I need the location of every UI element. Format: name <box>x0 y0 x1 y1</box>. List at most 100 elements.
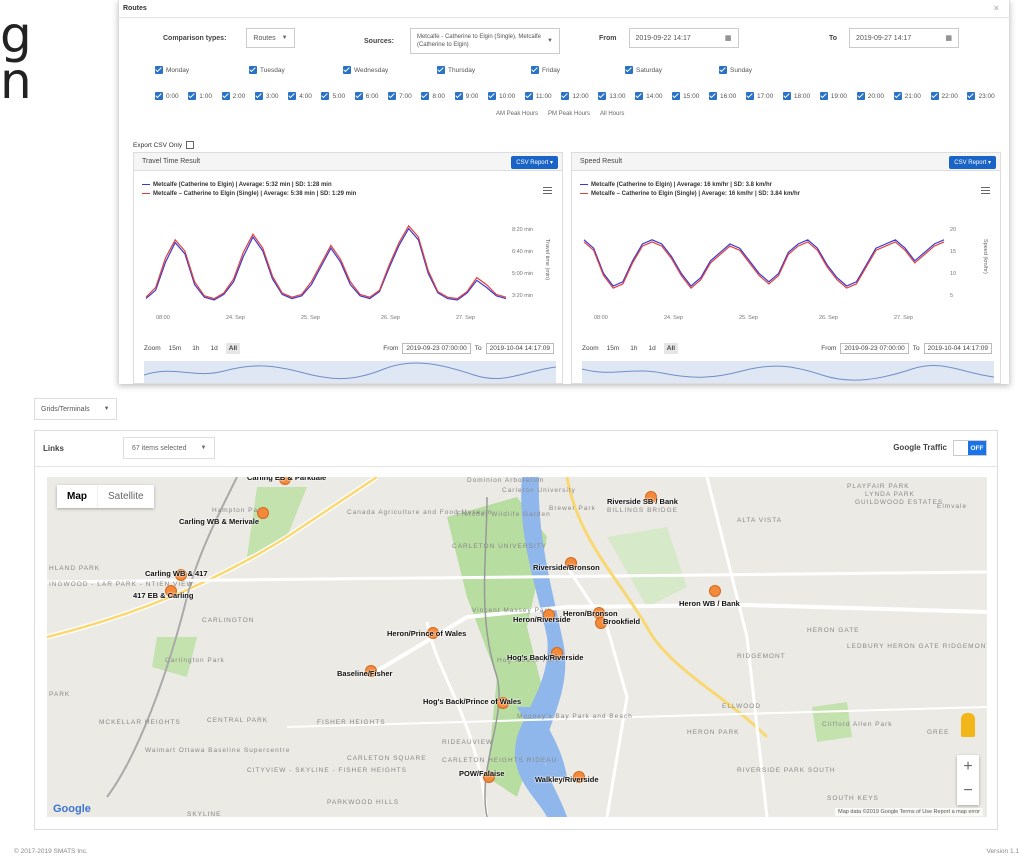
comparison-select[interactable]: Routes ▼ <box>246 28 295 48</box>
sources-select[interactable]: Metcalfe - Catherine to Elgin (Single), … <box>409 28 560 54</box>
background-title: g n <box>0 12 110 104</box>
hour-checkbox[interactable]: 4:00 <box>288 92 312 100</box>
hour-checkbox[interactable]: 20:00 <box>856 92 884 100</box>
hour-checkbox[interactable]: 1:00 <box>188 92 212 100</box>
day-checkbox-friday[interactable]: Friday <box>531 66 560 74</box>
hour-checkbox[interactable]: 19:00 <box>819 92 847 100</box>
calendar-icon[interactable]: ▦ <box>725 34 732 42</box>
intersection-label[interactable]: Carling WB & 417 <box>145 569 208 578</box>
map-type-satellite-button[interactable]: Satellite <box>97 485 154 508</box>
to-input[interactable]: 2019-09-27 14:17 ▦ <box>849 28 960 48</box>
hour-checkbox[interactable]: 11:00 <box>524 92 552 100</box>
day-checkbox-saturday[interactable]: Saturday <box>625 66 662 74</box>
intersection-label[interactable]: Heron WB / Bank <box>679 599 740 608</box>
zoom-1h-button[interactable]: 1h <box>189 343 202 354</box>
zoom-1h-button[interactable]: 1h <box>627 343 640 354</box>
day-checkbox-monday[interactable]: Monday <box>155 66 189 74</box>
intersection-label[interactable]: Heron/Prince of Wales <box>387 629 466 638</box>
intersection-label[interactable]: Baseline/Fisher <box>337 669 392 678</box>
checkbox-checked-icon <box>531 66 539 74</box>
zoom-in-button[interactable]: + <box>957 755 979 779</box>
legend-item[interactable]: Metcalfe – Catherine to Elgin (Single) |… <box>580 190 800 199</box>
range-navigator[interactable] <box>143 361 557 383</box>
checkbox-checked-icon <box>561 92 570 100</box>
export-csv-checkbox[interactable] <box>186 141 195 149</box>
legend-item[interactable]: Metcalfe (Catherine to Elgin) | Average:… <box>142 181 356 190</box>
hour-checkbox[interactable]: 7:00 <box>388 92 412 100</box>
intersection-label[interactable]: Carling EB & Parkdale <box>247 477 326 482</box>
csv-report-button[interactable]: CSV Report ▾ <box>949 156 996 169</box>
zoom-1d-button[interactable]: 1d <box>646 343 659 354</box>
intersection-label[interactable]: Walkley/Riverside <box>535 775 599 784</box>
hamburger-menu-icon[interactable] <box>543 187 552 194</box>
series-line-2[interactable] <box>583 241 945 289</box>
hamburger-menu-icon[interactable] <box>981 187 990 194</box>
hour-checkbox[interactable]: 21:00 <box>893 92 921 100</box>
links-multiselect[interactable]: 67 items selected ▼ <box>123 437 216 459</box>
range-navigator[interactable] <box>581 361 995 383</box>
checkbox-checked-icon <box>635 92 644 100</box>
intersection-label[interactable]: Hog's Back/Prince of Wales <box>423 697 521 706</box>
intersection-label[interactable]: Brookfield <box>603 617 640 626</box>
map-type-map-button[interactable]: Map <box>57 485 97 508</box>
hour-checkbox[interactable]: 23:00 <box>967 92 995 100</box>
calendar-icon[interactable]: ▦ <box>945 34 952 42</box>
hour-checkbox[interactable]: 18:00 <box>782 92 810 100</box>
csv-report-button[interactable]: CSV Report ▾ <box>511 156 558 169</box>
hour-checkbox[interactable]: 16:00 <box>709 92 736 100</box>
day-checkbox-tuesday[interactable]: Tuesday <box>249 66 285 74</box>
intersection-label[interactable]: 417 EB & Carling <box>133 591 193 600</box>
pm-peak-link[interactable]: PM Peak Hours <box>548 111 590 117</box>
zoom-all-button[interactable]: All <box>225 343 241 354</box>
intersection-label[interactable]: Heron/Riverside <box>513 615 571 624</box>
range-inputs: From 2019-09-23 07:00:00 To 2019-10-04 1… <box>821 343 992 354</box>
map[interactable]: Map Satellite PLAYFAIR PARK LYNDA PARK GUI… <box>47 477 987 817</box>
am-peak-link[interactable]: AM Peak Hours <box>496 111 538 117</box>
hour-checkbox[interactable]: 15:00 <box>672 92 699 100</box>
hour-checkbox[interactable]: 17:00 <box>745 92 773 100</box>
range-to-input[interactable]: 2019-10-04 14:17:09 <box>485 343 554 354</box>
hour-checkbox[interactable]: 6:00 <box>354 92 378 100</box>
zoom-15m-button[interactable]: 15m <box>604 343 623 354</box>
checkbox-checked-icon <box>893 92 902 100</box>
hour-checkbox[interactable]: 14:00 <box>635 92 662 100</box>
street-view-pegman-icon[interactable] <box>961 713 975 737</box>
day-checkbox-sunday[interactable]: Sunday <box>719 66 752 74</box>
from-input[interactable]: 2019-09-22 14:17 ▦ <box>628 28 739 48</box>
range-to-input[interactable]: 2019-10-04 14:17:09 <box>923 343 992 354</box>
hour-checkbox[interactable]: 10:00 <box>487 92 515 100</box>
checkbox-checked-icon <box>745 92 754 100</box>
day-checkbox-thursday[interactable]: Thursday <box>437 66 475 74</box>
intersection-marker-icon[interactable] <box>709 585 721 597</box>
intersection-label[interactable]: Hog's Back/Riverside <box>507 653 583 662</box>
hour-checkbox[interactable]: 3:00 <box>254 92 279 100</box>
legend-item[interactable]: Metcalfe (Catherine to Elgin) | Average:… <box>580 181 800 190</box>
travel-zoom-row: Zoom 15m 1h 1d All From 2019-09-23 07:00… <box>144 343 554 354</box>
hour-checkbox[interactable]: 22:00 <box>930 92 958 100</box>
series-line-2[interactable] <box>145 224 507 300</box>
intersection-label[interactable]: POW/Falaise <box>459 769 504 778</box>
zoom-all-button[interactable]: All <box>663 343 679 354</box>
hour-checkbox[interactable]: 0:00 <box>155 92 179 100</box>
day-checkbox-wednesday[interactable]: Wednesday <box>343 66 388 74</box>
range-from-input[interactable]: 2019-09-23 07:00:00 <box>402 343 471 354</box>
hour-checkbox[interactable]: 9:00 <box>454 92 478 100</box>
intersection-label[interactable]: Carling WB & Merivale <box>179 517 259 526</box>
google-traffic-toggle[interactable]: OFF <box>953 440 987 456</box>
hour-checkbox[interactable]: 12:00 <box>561 92 589 100</box>
hour-checkbox[interactable]: 13:00 <box>598 92 626 100</box>
intersection-label[interactable]: Riverside SB / Bank <box>607 497 678 506</box>
grids-terminals-select[interactable]: Grids/Terminals ▼ <box>34 398 117 420</box>
hour-checkbox[interactable]: 8:00 <box>421 92 445 100</box>
intersection-label[interactable]: Riverside/Bronson <box>533 563 600 572</box>
map-attribution[interactable]: Map data ©2019 Google Terms of Use Repor… <box>835 808 983 816</box>
all-hours-link[interactable]: All Hours <box>600 111 624 117</box>
range-from-input[interactable]: 2019-09-23 07:00:00 <box>840 343 909 354</box>
hour-checkbox[interactable]: 2:00 <box>221 92 245 100</box>
close-icon[interactable]: × <box>994 3 999 13</box>
hour-checkbox[interactable]: 5:00 <box>321 92 345 100</box>
zoom-out-button[interactable]: − <box>957 779 979 803</box>
zoom-1d-button[interactable]: 1d <box>208 343 221 354</box>
legend-item[interactable]: Metcalfe – Catherine to Elgin (Single) |… <box>142 190 356 199</box>
zoom-15m-button[interactable]: 15m <box>166 343 185 354</box>
